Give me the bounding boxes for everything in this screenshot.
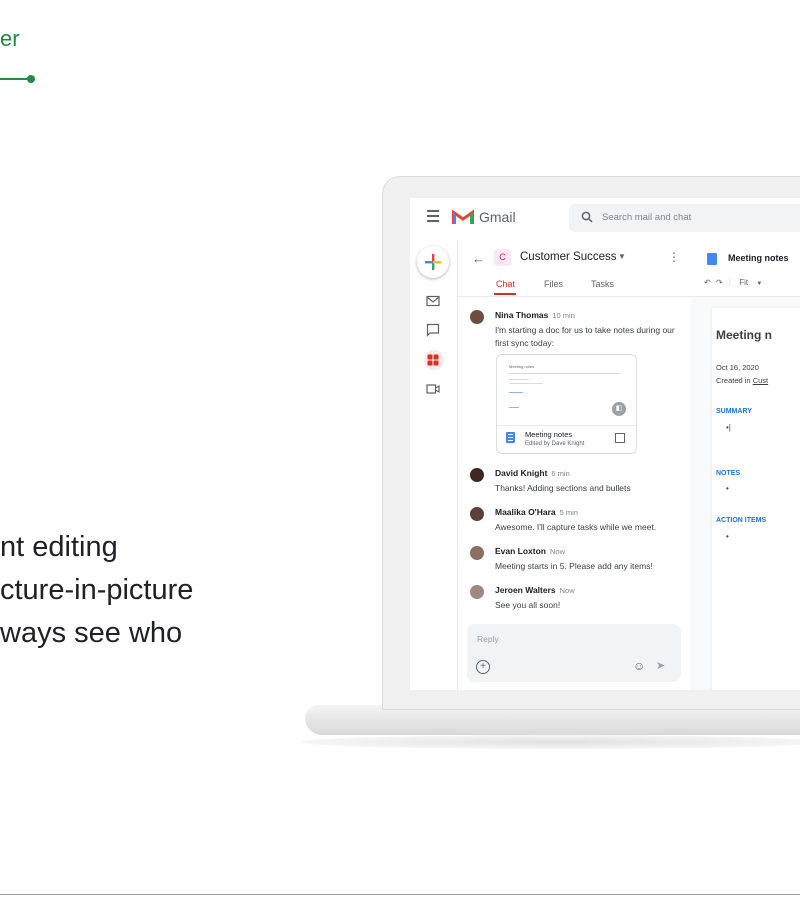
message-time: Now bbox=[550, 547, 566, 556]
room-name[interactable]: Customer Success bbox=[520, 251, 617, 263]
zoom-select[interactable]: Fit bbox=[739, 278, 748, 287]
message-text: Thanks! Adding sections and bullets bbox=[495, 483, 631, 493]
reply-box[interactable]: Reply + ☺ ➤ bbox=[467, 624, 681, 682]
headline: nt editing cture-in-picture ways see who bbox=[0, 526, 193, 655]
eyebrow-divider-dot bbox=[27, 75, 35, 83]
message-sender: David Knight 6 min bbox=[495, 468, 570, 478]
bullet: • bbox=[726, 532, 729, 541]
doc-toolbar: ↶ ↷ | Fit ▼ bbox=[704, 278, 763, 287]
doc-thumbnail: Meeting notes ◧ bbox=[497, 355, 636, 426]
doc-date: Oct 16, 2020 bbox=[716, 363, 759, 372]
gmail-logo-icon bbox=[452, 209, 474, 224]
redo-icon[interactable]: ↷ bbox=[716, 278, 723, 287]
chat-icon[interactable] bbox=[426, 323, 440, 337]
section-action-items: ACTION ITEMS bbox=[716, 517, 767, 524]
message-time: Now bbox=[559, 586, 575, 595]
emoji-icon[interactable]: ☺ bbox=[633, 659, 645, 673]
created-in-link[interactable]: Cust bbox=[753, 376, 768, 385]
tab-tasks[interactable]: Tasks bbox=[591, 279, 614, 289]
search-icon[interactable] bbox=[581, 211, 593, 223]
send-icon[interactable]: ➤ bbox=[656, 659, 665, 672]
doc-badge-icon: ◧ bbox=[612, 402, 626, 416]
avatar bbox=[470, 546, 484, 560]
eyebrow-divider-line bbox=[0, 78, 30, 80]
bullet: • bbox=[726, 484, 729, 493]
message-time: 5 min bbox=[559, 508, 578, 517]
reply-input[interactable]: Reply bbox=[477, 634, 499, 644]
add-icon[interactable]: + bbox=[476, 660, 490, 674]
avatar bbox=[470, 310, 484, 324]
gmail-topbar: Gmail Search mail and chat bbox=[410, 198, 800, 238]
search-input[interactable]: Search mail and chat bbox=[602, 212, 691, 223]
docs-icon bbox=[707, 253, 717, 265]
laptop-shadow bbox=[300, 735, 800, 749]
menu-icon[interactable] bbox=[427, 210, 439, 225]
message-text: Awesome. I'll capture tasks while we mee… bbox=[495, 522, 657, 532]
rooms-icon[interactable] bbox=[426, 353, 440, 367]
section-notes: NOTES bbox=[716, 470, 741, 477]
laptop-screen: Gmail Search mail and chat ← C Customer … bbox=[410, 198, 800, 690]
section-eyebrow: er bbox=[0, 26, 20, 51]
chevron-down-icon[interactable]: ▼ bbox=[756, 281, 762, 287]
compose-button[interactable] bbox=[417, 246, 449, 278]
message-sender: Nina Thomas 10 min bbox=[495, 310, 575, 320]
doc-panel: Meeting notes ↶ ↷ | Fit ▼ Meeting n Oct … bbox=[690, 240, 800, 690]
app-name: Gmail bbox=[479, 209, 516, 225]
message-text: Meeting starts in 5. Please add any item… bbox=[495, 561, 653, 571]
plus-icon bbox=[425, 254, 441, 270]
tab-files[interactable]: Files bbox=[544, 279, 563, 289]
doc-heading: Meeting n bbox=[716, 328, 772, 342]
tab-chat[interactable]: Chat bbox=[496, 279, 515, 289]
undo-icon[interactable]: ↶ bbox=[704, 278, 711, 287]
room-avatar: C bbox=[494, 249, 511, 266]
avatar bbox=[470, 507, 484, 521]
headline-line-3: ways see who bbox=[0, 617, 183, 649]
message-sender: Jeroen Walters Now bbox=[495, 585, 575, 595]
message-sender: Evan Loxton Now bbox=[495, 546, 566, 556]
message-sender: Maalika O'Hara 5 min bbox=[495, 507, 578, 517]
chevron-down-icon[interactable]: ▼ bbox=[618, 252, 626, 261]
message-text: I'm starting a doc for us to take notes … bbox=[495, 325, 675, 348]
more-vert-icon[interactable]: ⋮ bbox=[668, 250, 680, 264]
bottom-divider bbox=[0, 894, 800, 895]
chat-header: ← C Customer Success ▼ ⋮ Chat Files Task… bbox=[458, 240, 690, 297]
tab-active-indicator bbox=[494, 293, 516, 295]
doc-created-line: Created in Cust bbox=[716, 376, 769, 385]
section-summary: SUMMARY bbox=[716, 408, 752, 415]
bullet: •| bbox=[726, 423, 731, 432]
message-time: 10 min bbox=[552, 311, 575, 320]
attachment-name: Meeting notes bbox=[525, 430, 573, 439]
avatar bbox=[470, 585, 484, 599]
doc-attachment-card[interactable]: Meeting notes ◧ Meeting notes Edited by … bbox=[496, 354, 637, 454]
doc-title: Meeting notes bbox=[728, 253, 789, 263]
search-bar[interactable]: Search mail and chat bbox=[569, 204, 800, 232]
doc-thumbnail-title: Meeting notes bbox=[509, 364, 535, 369]
mail-icon[interactable] bbox=[426, 294, 440, 308]
chat-panel: ← C Customer Success ▼ ⋮ Chat Files Task… bbox=[457, 240, 691, 690]
headline-line-1: nt editing bbox=[0, 531, 118, 563]
video-call-icon[interactable] bbox=[426, 382, 440, 396]
docs-icon bbox=[506, 432, 515, 443]
message-text: See you all soon! bbox=[495, 600, 561, 610]
back-arrow-icon[interactable]: ← bbox=[472, 251, 485, 266]
message-time: 6 min bbox=[551, 469, 570, 478]
headline-line-2: cture-in-picture bbox=[0, 574, 194, 606]
open-in-new-icon[interactable] bbox=[615, 433, 625, 443]
attachment-subtitle: Edited by Dave Knight bbox=[525, 441, 585, 447]
avatar bbox=[470, 468, 484, 482]
